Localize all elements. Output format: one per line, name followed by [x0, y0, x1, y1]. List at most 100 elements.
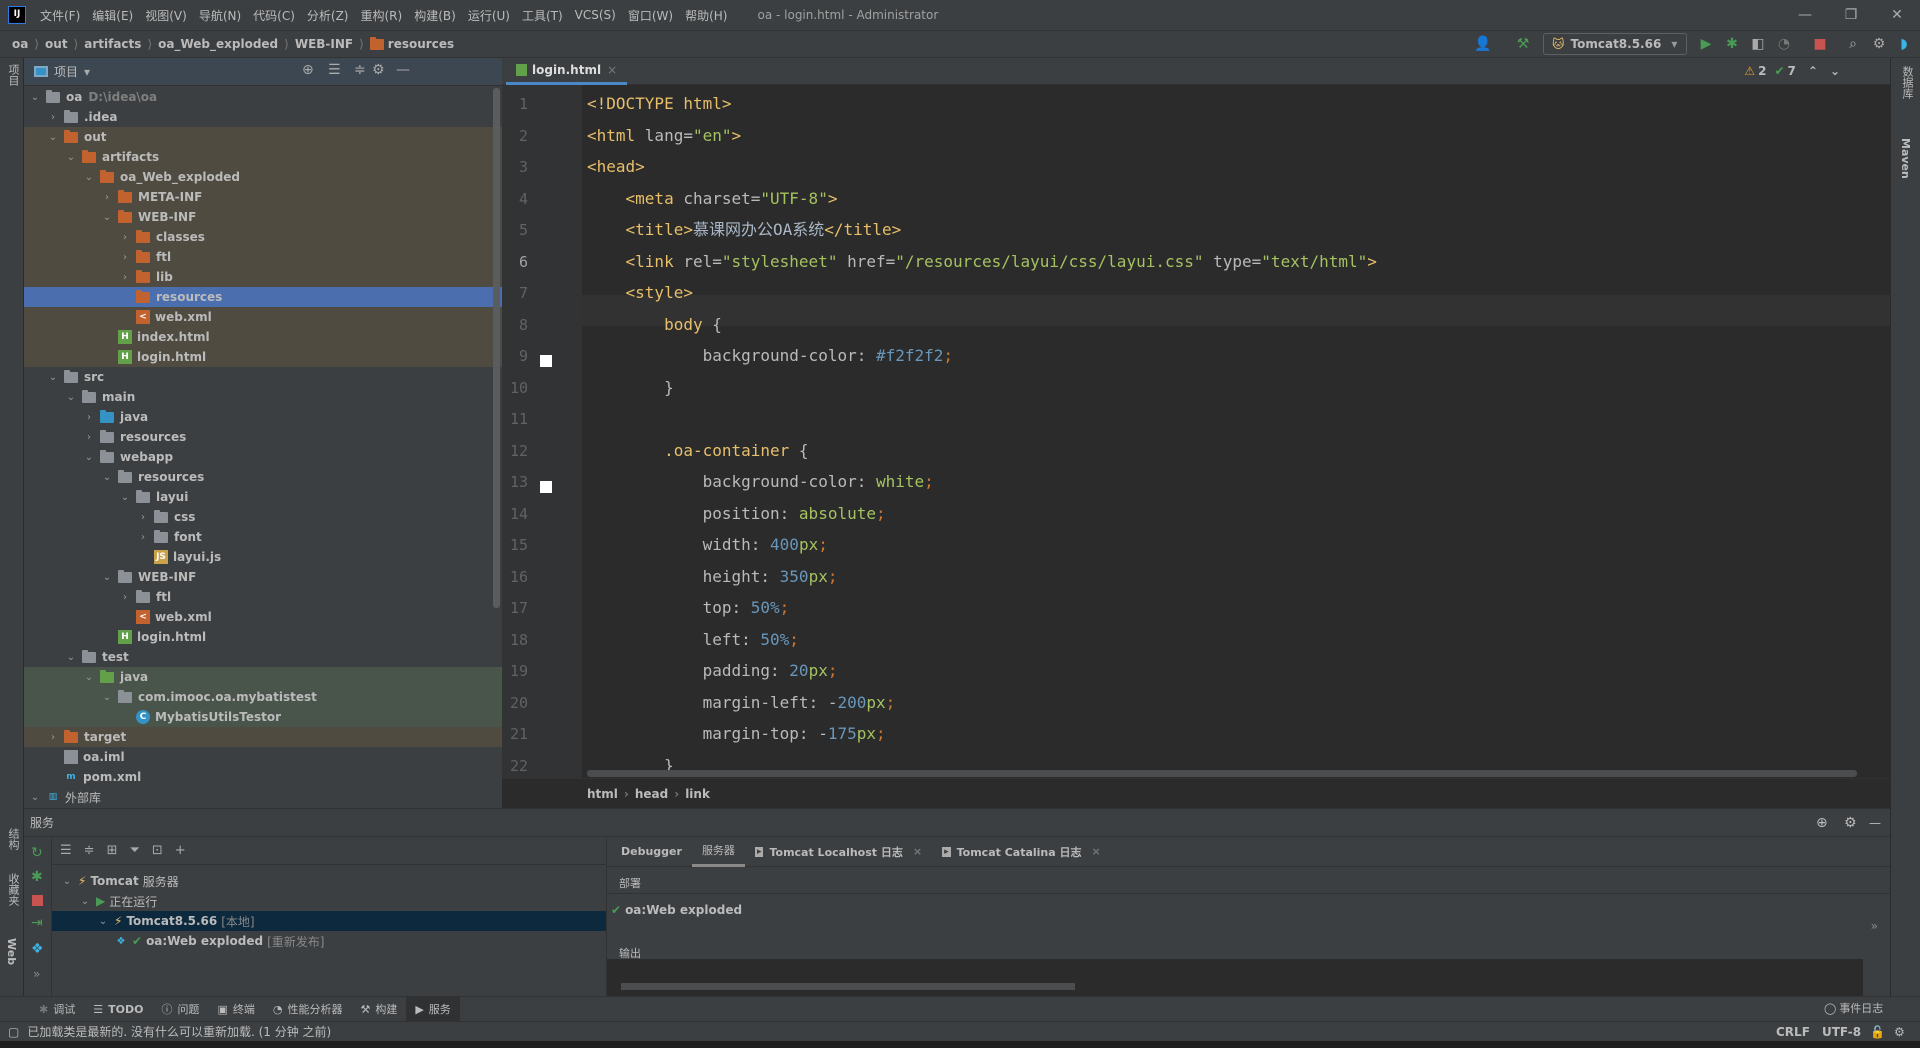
rerun-icon[interactable]: ↻	[31, 845, 43, 861]
project-scrollbar[interactable]	[493, 88, 500, 608]
project-panel-title[interactable]: 项目	[54, 63, 78, 80]
tool-web-tab[interactable]: Web	[5, 938, 18, 965]
tree-item[interactable]: ⌄ test	[24, 647, 502, 667]
chevron-right-icon[interactable]: ›	[136, 512, 150, 523]
bottom-tab-6[interactable]: ▶ 服务	[406, 996, 460, 1022]
debug-icon[interactable]: ✱	[31, 869, 43, 885]
menu-item[interactable]: 编辑(E)	[86, 7, 139, 24]
code-line[interactable]: left: 50%;	[587, 624, 799, 655]
tree-item[interactable]: ⌄ com.imooc.oa.mybatistest	[24, 687, 502, 707]
service-item[interactable]: ❖ ✔ oa:Web exploded [重新发布]	[52, 931, 606, 951]
new-tab-icon[interactable]: ⊡	[152, 843, 163, 858]
bottom-tab-1[interactable]: ☰ TODO	[84, 997, 152, 1022]
breadcrumb-item[interactable]: artifacts	[84, 37, 141, 51]
tool-favorites-tab[interactable]: 收藏夹	[5, 873, 21, 906]
menu-item[interactable]: 工具(T)	[516, 7, 569, 24]
code-line[interactable]: <style>	[587, 277, 693, 308]
menu-item[interactable]: 运行(U)	[462, 7, 516, 24]
minimize-button[interactable]: —	[1782, 0, 1828, 30]
tree-item[interactable]: ⌄ out	[24, 127, 502, 147]
bottom-tab-0[interactable]: ✱ 调试	[30, 997, 84, 1022]
event-log-button[interactable]: ◯ 事件日志	[1824, 1000, 1883, 1016]
tree-item[interactable]: › font	[24, 527, 502, 547]
editor-breadcrumb-item[interactable]: head	[635, 787, 668, 801]
inspection-widget[interactable]: ⚠ 2 ✔ 7 ⌃ ⌄	[1744, 64, 1840, 78]
tree-item[interactable]: › META-INF	[24, 187, 502, 207]
chevron-down-icon[interactable]: ▾	[84, 65, 90, 79]
breadcrumb-item[interactable]: resources	[388, 37, 454, 51]
service-item[interactable]: ⌄ ⚡ Tomcat8.5.66 [本地]	[52, 911, 606, 931]
tree-item[interactable]: oa.iml	[24, 747, 502, 767]
chevron-down-icon[interactable]: ⌄	[64, 652, 78, 663]
hide-icon[interactable]: —	[1869, 816, 1881, 830]
chevron-down-icon[interactable]: ⌄	[100, 472, 114, 483]
chevron-down-icon[interactable]: ⌄	[118, 492, 132, 503]
code-line[interactable]: .oa-container {	[587, 435, 809, 466]
code-line[interactable]: background-color: white;	[587, 466, 934, 497]
tree-item[interactable]: › java	[24, 407, 502, 427]
chevron-down-icon[interactable]: ⌄	[100, 692, 114, 703]
chevron-down-icon[interactable]: ⌄	[78, 896, 92, 907]
code-line[interactable]: background-color: #f2f2f2;	[587, 340, 953, 371]
chevron-right-icon[interactable]: ›	[46, 112, 60, 123]
code-line[interactable]: margin-left: -200px;	[587, 687, 896, 718]
close-tab-icon[interactable]: ×	[913, 845, 922, 858]
chevron-down-icon[interactable]: ⌄	[1830, 64, 1840, 78]
bottom-tab-4[interactable]: ◔ 性能分析器	[264, 997, 352, 1022]
gear-icon[interactable]: ⚙	[1868, 33, 1890, 55]
tree-item[interactable]: C MybatisUtilsTestor	[24, 707, 502, 727]
chevron-right-icon[interactable]: ›	[46, 732, 60, 743]
chevron-right-icon[interactable]: ›	[118, 272, 132, 283]
bottom-tab-2[interactable]: ⓘ 问题	[152, 997, 208, 1022]
artifact-icon[interactable]: ❖	[31, 941, 44, 957]
restore-button[interactable]: ❐	[1828, 0, 1874, 30]
run-config-select[interactable]: 🐱 Tomcat8.5.66 ▾	[1543, 33, 1687, 55]
bottom-tab-5[interactable]: ⚒ 构建	[351, 997, 406, 1022]
menu-item[interactable]: 分析(Z)	[301, 7, 355, 24]
color-swatch-icon[interactable]	[540, 355, 552, 367]
tree-item[interactable]: ⌄ ▥ 外部库	[24, 787, 502, 807]
chevron-up-icon[interactable]: ⌃	[1808, 64, 1818, 78]
lock-icon[interactable]: 🔓	[1870, 1025, 1885, 1039]
tool-project-tab[interactable]: 项目	[5, 64, 21, 86]
group-icon[interactable]: ⊞	[107, 843, 118, 858]
tree-item[interactable]: ⌄ oa D:\idea\oa	[24, 87, 502, 107]
tree-item[interactable]: › classes	[24, 227, 502, 247]
code-line[interactable]: <link rel="stylesheet" href="/resources/…	[587, 246, 1377, 277]
tree-item[interactable]: ⌄ src	[24, 367, 502, 387]
code-line[interactable]: position: absolute;	[587, 498, 886, 529]
editor-horizontal-scrollbar[interactable]	[587, 770, 1857, 777]
code-line[interactable]: padding: 20px;	[587, 655, 838, 686]
run-icon[interactable]: ▶	[1695, 33, 1717, 55]
user-icon[interactable]: 👤	[1472, 33, 1494, 55]
chevron-right-icon[interactable]: ›	[100, 192, 114, 203]
tree-item[interactable]: < web.xml	[24, 607, 502, 627]
services-tab[interactable]: ▸ Tomcat Localhost 日志 ×	[745, 837, 932, 867]
tree-item[interactable]: Hlogin.html	[24, 347, 502, 367]
profile-icon[interactable]: ◔	[1773, 33, 1795, 55]
tree-item[interactable]: › lib	[24, 267, 502, 287]
code-line[interactable]: <html lang="en">	[587, 120, 741, 151]
tree-item[interactable]: ⌄ java	[24, 667, 502, 687]
menu-item[interactable]: 代码(C)	[247, 7, 301, 24]
close-window-button[interactable]: ✕	[1874, 0, 1920, 30]
gear-icon[interactable]: ⚙	[1844, 815, 1857, 831]
stop-icon[interactable]	[32, 895, 43, 906]
editor-breadcrumb-item[interactable]: html	[587, 787, 618, 801]
coverage-icon[interactable]: ◧	[1747, 33, 1769, 55]
collapse-all-icon[interactable]: ≑	[84, 843, 95, 858]
breadcrumb-item[interactable]: WEB-INF	[295, 37, 353, 51]
console-scrollbar[interactable]	[621, 983, 1075, 990]
menu-item[interactable]: 导航(N)	[193, 7, 247, 24]
tree-item[interactable]: ⌄ main	[24, 387, 502, 407]
tree-item[interactable]: < web.xml	[24, 307, 502, 327]
tree-item[interactable]: › ftl	[24, 247, 502, 267]
code-line[interactable]: margin-top: -175px;	[587, 718, 886, 749]
services-tab[interactable]: ▸ Tomcat Catalina 日志 ×	[932, 837, 1111, 867]
code-line[interactable]: <title>慕课网办公OA系统</title>	[587, 214, 902, 245]
locate-icon[interactable]: ⊕	[1816, 815, 1828, 831]
gear-icon[interactable]: ⚙	[372, 62, 385, 78]
output-console[interactable]	[607, 959, 1863, 997]
menu-item[interactable]: 构建(B)	[408, 7, 462, 24]
chevron-down-icon[interactable]: ⌄	[96, 916, 110, 927]
